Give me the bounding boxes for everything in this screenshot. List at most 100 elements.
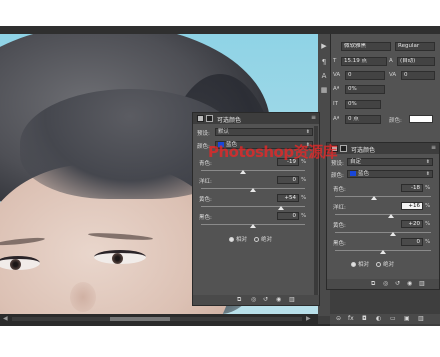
magenta-value[interactable]: +16	[401, 202, 423, 210]
play-icon[interactable]: ▶	[320, 42, 328, 50]
scroll-left-arrow-icon[interactable]: ◀	[3, 315, 8, 322]
new-layer-icon[interactable]: ▣	[404, 315, 410, 322]
link-layers-icon[interactable]: ⊝	[336, 315, 341, 322]
absolute-radio[interactable]: 绝对	[254, 237, 272, 243]
cyan-unit: %	[425, 185, 431, 191]
yellow-value[interactable]: +54	[277, 194, 299, 202]
tsume-field[interactable]: 0%	[345, 85, 385, 94]
slider-knob[interactable]	[250, 224, 256, 228]
panel-header: 可选颜色 ≡	[327, 143, 439, 154]
new-group-icon[interactable]: ▭	[390, 315, 396, 322]
yellow-slider[interactable]	[335, 232, 431, 236]
panel-footer: ⧉ ◎ ↺ ◉ ▥	[193, 295, 319, 305]
yellow-label: 黄色:	[333, 223, 346, 229]
paragraph-icon[interactable]: ¶	[320, 58, 328, 66]
method-radio-group: 相对 绝对	[351, 260, 394, 268]
magenta-value[interactable]: 0	[277, 176, 299, 184]
panel-header: 可选颜色 ≡	[193, 113, 319, 124]
cyan-label: 青色:	[333, 187, 346, 193]
nose-shading	[70, 282, 96, 312]
font-size-field[interactable]: 15.19 点	[341, 57, 387, 66]
tracking-field[interactable]: 0	[401, 71, 435, 80]
delete-icon[interactable]: ▥	[419, 280, 425, 287]
view-previous-icon[interactable]: ◎	[383, 280, 388, 287]
leading-field[interactable]: (自动)	[397, 57, 435, 66]
leading-icon: A	[389, 58, 393, 64]
layers-panel-footer: ⊝ fx ◘ ◐ ▭ ▣ ▥	[330, 314, 440, 324]
text-tool-icon[interactable]: A	[320, 72, 328, 80]
slider-knob[interactable]	[380, 250, 386, 254]
delete-layer-icon[interactable]: ▥	[418, 315, 424, 322]
right-eye	[94, 250, 146, 264]
text-color-label: 颜色:	[389, 118, 402, 124]
character-panel: 微软雅黑 Regular T 15.19 点 A (自动) VA 0 VA 0 …	[330, 34, 440, 146]
visibility-icon[interactable]: ◉	[407, 280, 412, 287]
canvas-horizontal-scrollbar[interactable]: ◀ ▶	[0, 314, 318, 324]
scroll-right-arrow-icon[interactable]: ▶	[306, 315, 311, 322]
slider-knob[interactable]	[387, 214, 394, 218]
black-unit: %	[301, 213, 307, 219]
mask-icon[interactable]	[206, 115, 213, 122]
add-mask-icon[interactable]: ◘	[362, 315, 367, 322]
black-value[interactable]: 0	[401, 238, 423, 246]
panel-menu-icon[interactable]: ≡	[431, 144, 436, 151]
black-value[interactable]: 0	[277, 212, 299, 220]
preset-dropdown[interactable]: 默认 ⬍	[215, 128, 313, 136]
black-slider[interactable]	[201, 224, 305, 228]
slider-knob[interactable]	[389, 232, 396, 236]
clip-to-layer-icon[interactable]: ⧉	[371, 280, 375, 288]
delete-icon[interactable]: ▥	[289, 296, 295, 303]
vertical-scale-field[interactable]: 0%	[345, 100, 381, 109]
yellow-value[interactable]: +20	[401, 220, 423, 228]
reset-icon[interactable]: ↺	[263, 296, 268, 303]
method-radio-group: 相对 绝对	[229, 235, 272, 243]
panel-menu-icon[interactable]: ≡	[311, 114, 316, 121]
magenta-unit: %	[301, 177, 307, 183]
status-bar	[0, 324, 330, 326]
font-family-dropdown[interactable]: 微软雅黑	[341, 42, 391, 51]
title-strip	[0, 26, 440, 34]
kerning-icon: VA	[333, 72, 341, 78]
preset-label: 预设:	[197, 131, 210, 137]
clip-to-layer-icon[interactable]: ⧉	[237, 296, 241, 304]
panel-title: 可选颜色	[217, 117, 242, 124]
relative-radio[interactable]: 相对	[229, 237, 247, 243]
absolute-radio[interactable]: 绝对	[376, 262, 394, 268]
magenta-slider[interactable]	[201, 188, 305, 192]
grid-icon[interactable]: ▦	[320, 86, 328, 94]
cyan-value[interactable]: -18	[401, 184, 423, 192]
blue-color-chip	[350, 171, 356, 176]
font-style-dropdown[interactable]: Regular	[395, 42, 435, 51]
slider-knob[interactable]	[250, 188, 256, 192]
preset-dropdown[interactable]: 自定 ⬍	[347, 158, 433, 166]
magenta-slider[interactable]	[335, 214, 431, 218]
vertical-scale-icon: IT	[333, 101, 338, 107]
text-color-swatch[interactable]	[409, 115, 433, 123]
yellow-unit: %	[301, 195, 307, 201]
visibility-icon[interactable]: ◉	[276, 296, 281, 303]
panel-footer: ⧉ ◎ ↺ ◉ ▥	[327, 279, 439, 289]
black-slider[interactable]	[335, 250, 431, 254]
relative-radio[interactable]: 相对	[351, 262, 369, 268]
kerning-field[interactable]: 0	[345, 71, 385, 80]
slider-knob[interactable]	[240, 170, 247, 174]
photoshop-window: ◀ ▶ ▶ ¶ A ▦ 微软雅黑 Regular T 15.19 点 A (自动…	[0, 26, 440, 326]
baseline-shift-field[interactable]: 0 点	[345, 115, 381, 124]
yellow-slider[interactable]	[201, 206, 305, 210]
fx-icon[interactable]: fx	[348, 315, 354, 322]
reset-icon[interactable]: ↺	[395, 280, 400, 287]
slider-knob[interactable]	[371, 196, 378, 200]
mask-icon[interactable]	[340, 145, 347, 152]
adjustment-layer-icon[interactable]: ◐	[376, 315, 381, 322]
magenta-label: 洋红:	[199, 179, 212, 185]
slider-knob[interactable]	[278, 206, 285, 210]
black-unit: %	[425, 239, 431, 245]
watermark-text: Photoshop资源库	[208, 143, 338, 161]
scroll-thumb[interactable]	[110, 317, 170, 321]
view-previous-icon[interactable]: ◎	[251, 296, 256, 303]
cyan-slider[interactable]	[335, 196, 431, 200]
selective-color-panel-right: 可选颜色 ≡ 预设: 自定 ⬍ 颜色: 蓝色 ⬍ 青色: -18 % 洋红: +16…	[326, 142, 440, 290]
baseline-icon: Aª	[333, 116, 340, 122]
cyan-slider[interactable]	[201, 170, 305, 174]
colors-dropdown[interactable]: 蓝色 ⬍	[347, 170, 433, 178]
